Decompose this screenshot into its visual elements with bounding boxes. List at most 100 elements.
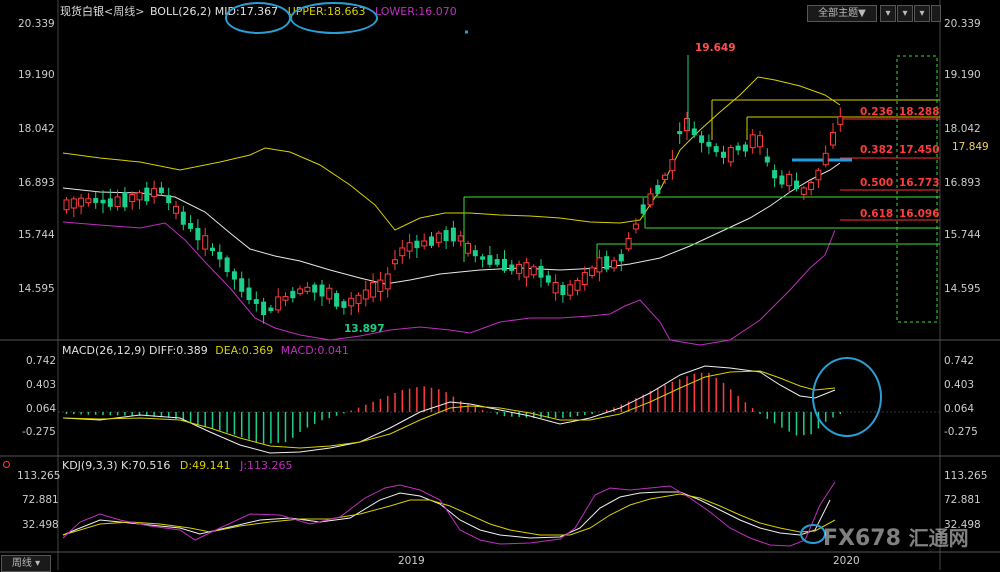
kdj-d-line (62, 493, 836, 536)
candle-body (735, 145, 741, 151)
kdj-settings-icon[interactable] (3, 461, 10, 468)
macd-dea-line (62, 370, 836, 449)
candle-body (611, 260, 617, 269)
panel-toggle-button-4[interactable] (931, 5, 941, 22)
candle-body (757, 135, 763, 148)
candle-body (604, 256, 610, 270)
candle-body (392, 259, 398, 265)
candle-body (764, 156, 770, 163)
kdj-title[interactable]: KDJ(9,3,3) (62, 459, 118, 472)
candle-body (618, 254, 624, 262)
candle-body (480, 256, 486, 260)
candle-body (429, 236, 434, 246)
mid-highlight-circle (225, 2, 291, 34)
boll-lower-line (62, 221, 836, 346)
macd-diff-value: DIFF:0.389 (149, 344, 208, 357)
candle-body (699, 135, 705, 143)
candle-body (727, 147, 734, 163)
macd-tick-left: 0.403 (26, 379, 57, 391)
candle-body (406, 242, 413, 252)
candle-body (63, 199, 70, 211)
candle-body (100, 199, 106, 204)
candle-body (114, 196, 121, 208)
price-tick-left: 19.190 (18, 69, 55, 81)
candle-body (85, 198, 92, 204)
candle-body (742, 144, 748, 152)
kdj-tick-left: 113.265 (17, 470, 61, 482)
candle-body (457, 235, 464, 242)
panel-toggle-button-3[interactable]: ▾ (914, 5, 930, 22)
price-tick-left: 16.893 (18, 177, 55, 189)
candle-body (830, 131, 836, 146)
candlestick-series (63, 55, 844, 324)
candle-body (837, 116, 844, 125)
candle-body (647, 193, 654, 206)
macd-tick-left: 0.064 (26, 403, 57, 415)
kdj-header: KDJ(9,3,3) K:70.516 D:49.141 J:113.265 (62, 459, 293, 473)
price-tick-right: 19.190 (944, 69, 981, 81)
candle-body (158, 187, 164, 194)
macd-tick-right: 0.403 (944, 379, 975, 391)
current-price-label: 17.849 (952, 141, 989, 153)
fib-price-label: 18.288 (899, 106, 940, 118)
fib-ratio-label: 0.500 (860, 177, 894, 189)
candle-body (552, 282, 559, 294)
candle-body (677, 131, 683, 135)
candle-body (173, 205, 179, 214)
time-label-2019: 2019 (398, 555, 425, 567)
candle-body (188, 223, 194, 229)
boll-indicator-label[interactable]: BOLL(26,2) (150, 5, 211, 18)
candle-body (290, 290, 296, 299)
candle-body (231, 271, 237, 280)
candle-body (239, 278, 245, 292)
candle-body (70, 198, 77, 209)
period-label[interactable]: <周线> (104, 5, 144, 18)
candle-body (377, 279, 384, 293)
candle-body (319, 284, 325, 297)
candle-body (195, 228, 201, 241)
candle-body (224, 257, 230, 272)
fib-price-label: 16.096 (899, 208, 940, 220)
price-tick-left: 20.339 (18, 18, 55, 30)
candle-body (304, 286, 311, 292)
low-price-label: 13.897 (344, 323, 385, 335)
kdj-tick-left: 72.881 (22, 494, 59, 506)
candle-body (414, 240, 420, 249)
macd-histogram-value: MACD:0.041 (280, 344, 349, 357)
fib-ratio-label: 0.236 (860, 106, 894, 118)
kdj-tick-left: 32.498 (22, 519, 59, 531)
kdj-k-value: K:70.516 (121, 459, 171, 472)
candle-body (348, 297, 355, 307)
candle-body (779, 175, 785, 185)
candle-body (180, 211, 186, 225)
candle-body (465, 242, 471, 254)
candle-body (640, 204, 646, 214)
period-select-button[interactable]: 周线 ▾ (1, 555, 51, 572)
boll-mid-line (62, 162, 841, 285)
candle-body (355, 294, 362, 304)
candle-body (721, 151, 726, 158)
macd-tick-right: 0.064 (944, 403, 975, 415)
instrument-name[interactable]: 现货白银 (60, 5, 104, 18)
candle-body (136, 192, 143, 201)
candle-body (772, 170, 778, 179)
panel-toggle-button-1[interactable]: ▾ (880, 5, 896, 22)
all-topics-button[interactable]: 全部主题▼ (807, 5, 877, 22)
candle-body (749, 134, 756, 149)
fib-price-label: 17.450 (899, 144, 940, 156)
candle-body (362, 289, 369, 300)
candle-body (151, 188, 158, 197)
macd-dea-value: DEA:0.369 (215, 344, 274, 357)
candle-body (567, 284, 574, 296)
price-tick-right: 15.744 (944, 229, 981, 241)
kdj-j-value: J:113.265 (240, 459, 293, 472)
panel-toggle-button-2[interactable]: ▾ (897, 5, 913, 22)
time-label-2020: 2020 (833, 555, 860, 567)
candle-body (581, 272, 588, 285)
watermark-logo: FX678 汇通网 (823, 526, 969, 551)
candle-body (326, 287, 333, 300)
candle-body (93, 198, 99, 203)
macd-title[interactable]: MACD(26,12,9) (62, 344, 146, 357)
candle-body (443, 230, 449, 241)
candle-body (509, 264, 515, 271)
